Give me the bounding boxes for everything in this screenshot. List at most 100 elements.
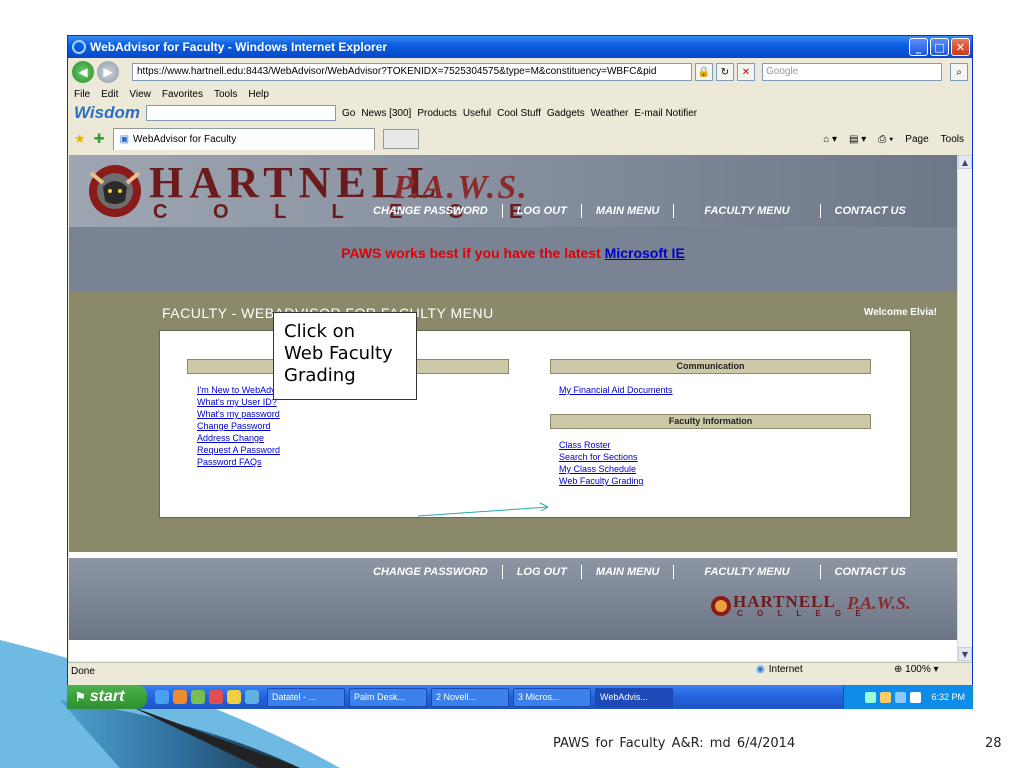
task-palm-desktop[interactable]: Palm Desk... <box>349 687 427 707</box>
scroll-down-icon[interactable]: ▼ <box>958 647 972 661</box>
refresh-button[interactable]: ↻ <box>716 63 734 81</box>
link-change-password[interactable]: Change Password <box>197 420 290 432</box>
back-button[interactable]: ◀ <box>72 61 94 83</box>
task-microsoft[interactable]: 3 Micros... <box>513 687 591 707</box>
zone-label: Internet <box>768 664 803 675</box>
task-datatel[interactable]: Datatel - ... <box>267 687 345 707</box>
search-icon[interactable]: ⌕ <box>950 63 968 81</box>
clock[interactable]: 6:32 PM <box>931 692 965 702</box>
task-novell[interactable]: 2 Novell... <box>431 687 509 707</box>
toolbar-products[interactable]: Products <box>417 108 456 119</box>
stop-button[interactable]: ✕ <box>737 63 755 81</box>
menu-tools[interactable]: Tools <box>214 89 237 100</box>
zoom-icon: ⊕ <box>894 664 903 675</box>
favorites-star-icon[interactable]: ★ <box>74 131 86 147</box>
quick-launch-app-icon[interactable] <box>227 690 241 704</box>
search-input[interactable]: Google <box>762 63 942 81</box>
tools-menu[interactable]: Tools <box>941 134 964 145</box>
link-password-faqs[interactable]: Password FAQs <box>197 456 290 468</box>
zoom-control[interactable]: ⊕ 100% ▾ <box>894 664 939 675</box>
tray-icon[interactable] <box>910 691 922 703</box>
menu-favorites[interactable]: Favorites <box>162 89 203 100</box>
start-button[interactable]: ⚑ start <box>67 685 147 709</box>
menu-help[interactable]: Help <box>248 89 269 100</box>
bottom-nav: CHANGE PASSWORD LOG OUT MAIN MENU FACULT… <box>359 565 920 579</box>
quick-launch-firefox-icon[interactable] <box>173 690 187 704</box>
toolbar-go[interactable]: Go <box>342 108 355 119</box>
nav-main-menu[interactable]: MAIN MENU <box>582 205 674 217</box>
slide-number: 28 <box>985 736 1002 751</box>
promo-microsoft-ie-link[interactable]: Microsoft IE <box>605 245 685 261</box>
tray-icon[interactable] <box>880 691 892 703</box>
toolbar-cool-stuff[interactable]: Cool Stuff <box>497 108 541 119</box>
communication-links: My Financial Aid Documents <box>559 384 673 396</box>
toolbar-useful[interactable]: Useful <box>463 108 491 119</box>
add-favorite-icon[interactable]: ✚ <box>94 131 105 147</box>
minimize-button[interactable]: _ <box>909 38 928 56</box>
maximize-button[interactable]: □ <box>930 38 949 56</box>
page-menu[interactable]: Page <box>905 134 928 145</box>
zoom-level: 100% <box>905 664 931 675</box>
wisdom-brand[interactable]: Wisdom <box>74 103 140 123</box>
quick-launch-app-icon[interactable] <box>191 690 205 704</box>
link-request-password[interactable]: Request A Password <box>197 444 290 456</box>
link-class-roster[interactable]: Class Roster <box>559 439 643 451</box>
toolbar-gadgets[interactable]: Gadgets <box>547 108 585 119</box>
link-whats-my-password[interactable]: What's my password <box>197 408 290 420</box>
forward-button[interactable]: ▶ <box>97 61 119 83</box>
slide: WebAdvisor for Faculty - Windows Interne… <box>0 0 1024 768</box>
url-field[interactable]: https://www.hartnell.edu:8443/WebAdvisor… <box>132 63 692 81</box>
nav-contact-us[interactable]: CONTACT US <box>821 205 920 217</box>
link-search-for-sections[interactable]: Search for Sections <box>559 451 643 463</box>
home-icon[interactable]: ⌂ ▾ <box>823 134 837 145</box>
promo-text: PAWS works best if you have the latest <box>341 245 601 261</box>
quick-launch-app-icon[interactable] <box>209 690 223 704</box>
print-icon[interactable]: ⎙ ▾ <box>878 134 893 145</box>
menu-file[interactable]: File <box>74 89 90 100</box>
footer-nav-faculty-menu[interactable]: FACULTY MENU <box>674 566 819 578</box>
vertical-scrollbar[interactable]: ▲ ▼ <box>957 155 972 661</box>
toolbar-email-notifier[interactable]: E-mail Notifier <box>634 108 697 119</box>
menu-view[interactable]: View <box>129 89 151 100</box>
menu-bar: File Edit View Favorites Tools Help <box>68 86 972 102</box>
new-tab-button[interactable] <box>382 129 419 149</box>
globe-icon: ◉ <box>756 664 765 675</box>
link-address-change[interactable]: Address Change <box>197 432 290 444</box>
cougar-logo-icon <box>89 165 141 217</box>
tab-bar: ★ ✚ ▣ WebAdvisor for Faculty ⌂ ▾ ▤ ▾ ⎙ ▾… <box>68 126 972 152</box>
link-my-class-schedule[interactable]: My Class Schedule <box>559 463 643 475</box>
toolbar-news[interactable]: News [300] <box>361 108 411 119</box>
feeds-icon[interactable]: ▤ ▾ <box>849 134 866 145</box>
footer-nav-main-menu[interactable]: MAIN MENU <box>582 566 674 578</box>
callout-box: Click on Web Faculty Grading <box>273 312 417 400</box>
link-web-faculty-grading[interactable]: Web Faculty Grading <box>559 475 643 487</box>
tray-icon[interactable] <box>865 691 877 703</box>
window-titlebar[interactable]: WebAdvisor for Faculty - Windows Interne… <box>68 36 972 58</box>
toolbar-search-field[interactable] <box>145 105 336 121</box>
footer-nav-contact-us[interactable]: CONTACT US <box>821 566 920 578</box>
security-zone: ◉ Internet <box>756 664 803 675</box>
nav-log-out[interactable]: LOG OUT <box>503 205 581 217</box>
tray-icon[interactable] <box>895 691 907 703</box>
scroll-up-icon[interactable]: ▲ <box>958 155 972 169</box>
menu-edit[interactable]: Edit <box>101 89 118 100</box>
tab-webadvisor[interactable]: ▣ WebAdvisor for Faculty <box>112 128 375 150</box>
quick-launch-ie-icon[interactable] <box>155 690 169 704</box>
link-financial-aid-documents[interactable]: My Financial Aid Documents <box>559 384 673 396</box>
faculty-information-links: Class Roster Search for Sections My Clas… <box>559 439 643 487</box>
lock-icon[interactable]: 🔒 <box>695 63 713 81</box>
footer-nav-change-password[interactable]: CHANGE PASSWORD <box>359 566 502 578</box>
footer-nav-log-out[interactable]: LOG OUT <box>503 566 581 578</box>
window-title: WebAdvisor for Faculty - Windows Interne… <box>90 40 388 54</box>
callout-line: Web Faculty <box>284 343 393 364</box>
callout-line: Click on <box>284 321 356 342</box>
task-webadvisor[interactable]: WebAdvis... <box>595 687 673 707</box>
nav-faculty-menu[interactable]: FACULTY MENU <box>674 205 819 217</box>
promo-banner: PAWS works best if you have the latest M… <box>69 245 957 261</box>
windows-flag-icon: ⚑ <box>75 690 86 704</box>
quick-launch-app-icon[interactable] <box>245 690 259 704</box>
close-button[interactable]: ✕ <box>951 38 970 56</box>
nav-change-password[interactable]: CHANGE PASSWORD <box>359 205 502 217</box>
quick-launch <box>147 690 267 704</box>
toolbar-weather[interactable]: Weather <box>591 108 629 119</box>
